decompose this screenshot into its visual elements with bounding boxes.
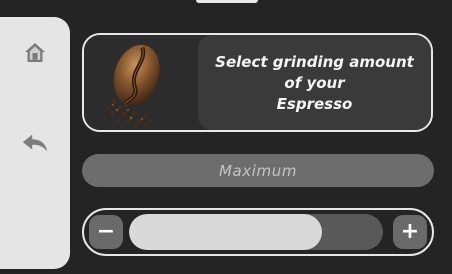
back-button[interactable] xyxy=(21,129,49,157)
increase-button[interactable]: + xyxy=(393,215,427,249)
instruction-panel: Select grinding amount of your Espresso xyxy=(198,35,431,130)
slider-fill xyxy=(129,214,323,250)
screen: Select grinding amount of your Espresso … xyxy=(0,0,452,274)
grind-amount-slider: − + xyxy=(82,208,434,256)
info-card: Select grinding amount of your Espresso xyxy=(82,33,433,132)
grind-level-display: Maximum xyxy=(82,154,434,187)
top-notch xyxy=(196,0,258,3)
back-arrow-icon xyxy=(22,134,48,152)
home-icon xyxy=(25,43,45,62)
sidebar xyxy=(0,17,70,269)
home-button[interactable] xyxy=(21,39,49,67)
slider-track[interactable] xyxy=(129,214,383,250)
instruction-text: Select grinding amount of your Espresso xyxy=(215,53,414,113)
decrease-button[interactable]: − xyxy=(89,215,123,249)
coffee-bean-image xyxy=(84,35,198,130)
